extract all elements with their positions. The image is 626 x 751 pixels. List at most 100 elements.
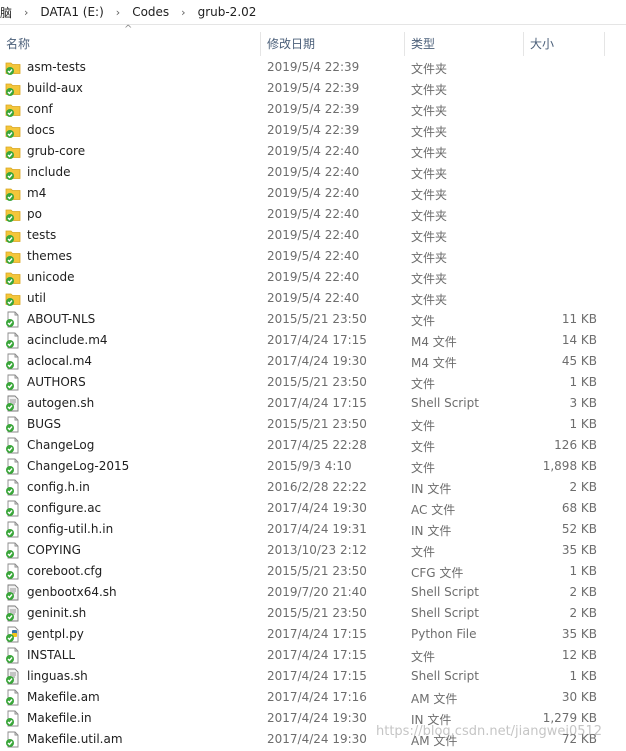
file-row[interactable]: po 2019/5/4 22:40 文件夹 xyxy=(0,204,626,225)
column-header-type[interactable]: 类型 xyxy=(405,32,524,56)
file-name: COPYING xyxy=(27,543,81,557)
file-row[interactable]: COPYING 2013/10/23 2:12 文件 35 KB xyxy=(0,540,626,561)
file-type: 文件 xyxy=(411,545,436,559)
file-row[interactable]: config.h.in 2016/2/28 22:22 IN 文件 2 KB xyxy=(0,477,626,498)
file-size: 1 KB xyxy=(569,564,597,578)
file-name: genbootx64.sh xyxy=(27,585,117,599)
file-row[interactable]: util 2019/5/4 22:40 文件夹 xyxy=(0,288,626,309)
file-type: 文件夹 xyxy=(411,83,448,97)
file-date: 2017/4/24 19:30 xyxy=(267,354,367,368)
file-name: util xyxy=(27,291,46,305)
file-icon xyxy=(5,710,21,727)
folder-icon xyxy=(5,290,21,307)
file-date: 2015/5/21 23:50 xyxy=(267,312,367,326)
file-row[interactable]: unicode 2019/5/4 22:40 文件夹 xyxy=(0,267,626,288)
file-name: autogen.sh xyxy=(27,396,95,410)
file-size: 12 KB xyxy=(561,648,597,662)
file-date: 2016/2/28 22:22 xyxy=(267,480,367,494)
file-row[interactable]: Makefile.in 2017/4/24 19:30 IN 文件 1,279 KB xyxy=(0,708,626,729)
file-icon xyxy=(5,437,21,454)
file-name: include xyxy=(27,165,71,179)
file-type: 文件 xyxy=(411,461,436,475)
file-icon xyxy=(5,731,21,748)
file-name: Makefile.util.am xyxy=(27,732,123,746)
file-icon xyxy=(5,563,21,580)
file-row[interactable]: grub-core 2019/5/4 22:40 文件夹 xyxy=(0,141,626,162)
folder-icon xyxy=(5,80,21,97)
column-header-name[interactable]: 名称 xyxy=(0,32,261,56)
file-size: 72 KB xyxy=(561,732,597,746)
breadcrumb-item-codes[interactable]: Codes xyxy=(130,5,171,19)
file-row[interactable]: docs 2019/5/4 22:39 文件夹 xyxy=(0,120,626,141)
file-date: 2017/4/24 19:30 xyxy=(267,501,367,515)
file-row[interactable]: conf 2019/5/4 22:39 文件夹 xyxy=(0,99,626,120)
file-icon xyxy=(5,500,21,517)
shell-script-icon xyxy=(5,584,21,601)
file-row[interactable]: include 2019/5/4 22:40 文件夹 xyxy=(0,162,626,183)
file-size: 11 KB xyxy=(561,312,597,326)
file-row[interactable]: acinclude.m4 2017/4/24 17:15 M4 文件 14 KB xyxy=(0,330,626,351)
file-row[interactable]: geninit.sh 2015/5/21 23:50 Shell Script 2 K… xyxy=(0,603,626,624)
file-row[interactable]: gentpl.py 2017/4/24 17:15 Python File 35 KB xyxy=(0,624,626,645)
file-size: 45 KB xyxy=(561,354,597,368)
file-row[interactable]: m4 2019/5/4 22:40 文件夹 xyxy=(0,183,626,204)
file-row[interactable]: asm-tests 2019/5/4 22:39 文件夹 xyxy=(0,57,626,78)
breadcrumb-separator-icon[interactable]: › xyxy=(106,6,130,19)
breadcrumb: 脑 › DATA1 (E:) › Codes › grub-2.02 xyxy=(0,0,626,25)
breadcrumb-item-drive[interactable]: DATA1 (E:) xyxy=(38,5,105,19)
file-name: themes xyxy=(27,249,73,263)
file-name: Makefile.am xyxy=(27,690,100,704)
file-row[interactable]: Makefile.util.am 2017/4/24 19:30 AM 文件 72 K… xyxy=(0,729,626,750)
file-name: conf xyxy=(27,102,53,116)
file-size: 68 KB xyxy=(561,501,597,515)
file-name: po xyxy=(27,207,42,221)
file-row[interactable]: Makefile.am 2017/4/24 17:16 AM 文件 30 KB xyxy=(0,687,626,708)
shell-script-icon xyxy=(5,395,21,412)
breadcrumb-item-pc[interactable]: 脑 xyxy=(0,4,14,21)
file-name: configure.ac xyxy=(27,501,102,515)
file-row[interactable]: BUGS 2015/5/21 23:50 文件 1 KB xyxy=(0,414,626,435)
file-name: ChangeLog xyxy=(27,438,95,452)
file-name: BUGS xyxy=(27,417,61,431)
file-type: 文件夹 xyxy=(411,272,448,286)
column-header-size[interactable]: 大小 xyxy=(524,32,605,56)
file-row[interactable]: INSTALL 2017/4/24 17:15 文件 12 KB xyxy=(0,645,626,666)
file-icon xyxy=(5,416,21,433)
file-row[interactable]: ABOUT-NLS 2015/5/21 23:50 文件 11 KB xyxy=(0,309,626,330)
file-name: INSTALL xyxy=(27,648,76,662)
file-row[interactable]: themes 2019/5/4 22:40 文件夹 xyxy=(0,246,626,267)
file-date: 2015/5/21 23:50 xyxy=(267,564,367,578)
column-header-date[interactable]: 修改日期 xyxy=(261,32,405,56)
breadcrumb-item-current[interactable]: grub-2.02 xyxy=(196,5,259,19)
shell-script-icon xyxy=(5,605,21,622)
file-row[interactable]: autogen.sh 2017/4/24 17:15 Shell Script 3 K… xyxy=(0,393,626,414)
file-type: IN 文件 xyxy=(411,482,452,496)
file-row[interactable]: configure.ac 2017/4/24 19:30 AC 文件 68 KB xyxy=(0,498,626,519)
file-date: 2019/5/4 22:39 xyxy=(267,102,360,116)
file-row[interactable]: tests 2019/5/4 22:40 文件夹 xyxy=(0,225,626,246)
shell-script-icon xyxy=(5,668,21,685)
file-row[interactable]: build-aux 2019/5/4 22:39 文件夹 xyxy=(0,78,626,99)
file-size: 1 KB xyxy=(569,417,597,431)
file-size: 35 KB xyxy=(561,627,597,641)
file-icon xyxy=(5,689,21,706)
file-row[interactable]: AUTHORS 2015/5/21 23:50 文件 1 KB xyxy=(0,372,626,393)
breadcrumb-separator-icon[interactable]: › xyxy=(14,6,38,19)
file-name: Makefile.in xyxy=(27,711,92,725)
file-name: AUTHORS xyxy=(27,375,86,389)
file-name: unicode xyxy=(27,270,75,284)
file-row[interactable]: aclocal.m4 2017/4/24 19:30 M4 文件 45 KB xyxy=(0,351,626,372)
file-name: ABOUT-NLS xyxy=(27,312,96,326)
file-row[interactable]: config-util.h.in 2017/4/24 19:31 IN 文件 52 K… xyxy=(0,519,626,540)
file-row[interactable]: linguas.sh 2017/4/24 17:15 Shell Script 1 K… xyxy=(0,666,626,687)
file-size: 126 KB xyxy=(554,438,597,452)
file-name: tests xyxy=(27,228,57,242)
breadcrumb-separator-icon[interactable]: › xyxy=(171,6,195,19)
file-row[interactable]: ChangeLog 2017/4/25 22:28 文件 126 KB xyxy=(0,435,626,456)
folder-icon xyxy=(5,101,21,118)
file-date: 2017/4/24 17:15 xyxy=(267,669,367,683)
file-row[interactable]: ChangeLog-2015 2015/9/3 4:10 文件 1,898 KB xyxy=(0,456,626,477)
file-row[interactable]: coreboot.cfg 2015/5/21 23:50 CFG 文件 1 KB xyxy=(0,561,626,582)
file-row[interactable]: genbootx64.sh 2019/7/20 21:40 Shell Script… xyxy=(0,582,626,603)
file-size: 1 KB xyxy=(569,669,597,683)
